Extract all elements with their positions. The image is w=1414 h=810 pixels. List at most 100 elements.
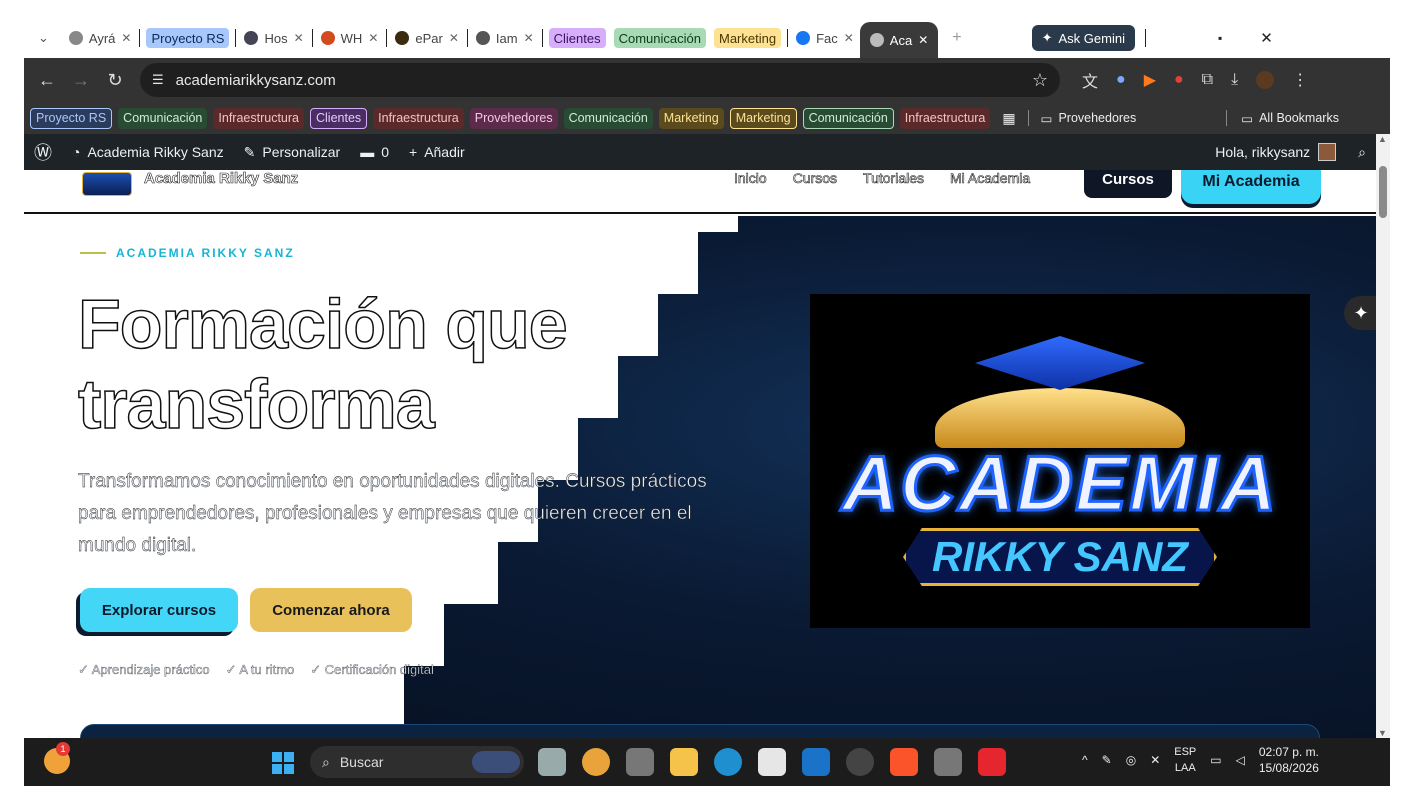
nav-tutoriales[interactable]: Tutoriales <box>863 170 925 186</box>
extension-play-icon[interactable]: ▶ <box>1144 70 1156 90</box>
comenzar-ahora-button[interactable]: Comenzar ahora <box>250 588 412 632</box>
reload-icon[interactable]: ↻ <box>98 70 132 91</box>
taskbar-clock[interactable]: 02:07 p. m. 15/08/2026 <box>1259 744 1319 776</box>
network-icon[interactable]: ▭ <box>1210 753 1221 767</box>
tray-app-icon[interactable]: ✎ <box>1102 753 1112 767</box>
brave-icon[interactable] <box>890 748 918 776</box>
wp-comments-link[interactable]: ▬ 0 <box>350 144 399 160</box>
close-icon[interactable]: ✕ <box>449 31 459 45</box>
sparkle-assistant-icon[interactable]: ✦ <box>1344 296 1376 330</box>
store-icon[interactable] <box>758 748 786 776</box>
bookmark-star-icon[interactable]: ☆ <box>1032 70 1048 91</box>
wp-site-link[interactable]: ◔ Academia Rikky Sanz <box>62 144 234 160</box>
ask-gemini-button[interactable]: ✦ Ask Gemini <box>1031 25 1135 51</box>
menu-kebab-icon[interactable]: ⋮ <box>1292 70 1308 90</box>
mi-academia-button[interactable]: Mi Academia <box>1181 170 1321 204</box>
wordpress-logo-icon[interactable]: Ⓦ <box>24 139 62 165</box>
cursos-button[interactable]: Cursos <box>1084 170 1172 198</box>
tab-group-proyecto-rs[interactable]: Proyecto RS <box>146 28 230 48</box>
bookmark-clientes[interactable]: Clientes <box>309 107 368 129</box>
taskbar-search[interactable]: ⌕ Buscar <box>310 746 524 778</box>
bookmark-folder-provehedores[interactable]: ▭ Provehedores <box>1041 111 1137 126</box>
close-icon[interactable]: ✕ <box>918 33 928 47</box>
tray-sync-icon[interactable]: ◎ <box>1126 753 1136 767</box>
scroll-up-icon[interactable]: ▲ <box>1378 134 1387 144</box>
wp-customize-link[interactable]: ✎ Personalizar <box>234 144 351 161</box>
app-blank-icon[interactable] <box>626 748 654 776</box>
site-info-icon[interactable]: ☰ <box>152 72 164 88</box>
bookmark-comunicacion-3[interactable]: Comunicación <box>802 107 894 129</box>
tab-6[interactable]: Fac ✕ <box>790 23 860 53</box>
notifications-off-icon[interactable]: ✕ <box>1150 753 1160 767</box>
nav-cursos[interactable]: Cursos <box>792 170 837 186</box>
browser-window: ⌄ Ayrá ✕ Proyecto RS Hos ✕ WH ✕ ePar ✕ Iam ✕ … <box>24 18 1390 786</box>
bookmark-marketing-2[interactable]: Marketing <box>729 107 797 129</box>
translate-icon[interactable]: 文 <box>1082 68 1098 92</box>
all-bookmarks-button[interactable]: ▭ All Bookmarks <box>1241 111 1339 126</box>
apps-grid-icon[interactable]: ▦ <box>1002 110 1015 127</box>
bookmark-marketing[interactable]: Marketing <box>658 107 724 129</box>
page-scrollbar[interactable]: ▲ ▼ <box>1376 134 1390 738</box>
tab-group-marketing[interactable]: Marketing <box>713 28 782 48</box>
tab-group-clientes[interactable]: Clientes <box>548 28 606 48</box>
bookmark-infraestructura-2[interactable]: Infraestructura <box>373 107 464 129</box>
extension-globe-icon[interactable]: ● <box>1116 71 1126 89</box>
tray-chevron-icon[interactable]: ^ <box>1082 753 1088 767</box>
scroll-down-icon[interactable]: ▼ <box>1378 728 1387 738</box>
app-circle-icon[interactable] <box>846 748 874 776</box>
bookmark-comunicacion-2[interactable]: Comunicación <box>563 107 653 129</box>
address-bar[interactable]: ☰ academiarikkysanz.com ☆ <box>140 63 1060 97</box>
bookmark-proyecto-rs[interactable]: Proyecto RS <box>30 107 113 129</box>
bookmark-provehedores[interactable]: Provehedores <box>469 107 558 129</box>
search-icon[interactable]: ⌕ <box>1358 144 1366 161</box>
site-name[interactable]: Academia Rikky Sanz <box>144 170 299 187</box>
wp-user-greeting[interactable]: Hola, rikkysanz <box>1215 144 1310 160</box>
tab-5[interactable]: Iam ✕ <box>470 23 540 53</box>
back-icon[interactable]: ← <box>30 70 64 91</box>
close-icon[interactable]: ✕ <box>524 31 534 45</box>
tab-2[interactable]: Hos ✕ <box>238 23 309 53</box>
nav-inicio[interactable]: Inicio <box>734 170 767 186</box>
close-icon[interactable]: ✕ <box>844 31 854 45</box>
language-indicator[interactable]: ESP LAA <box>1174 744 1196 776</box>
windows-start-icon[interactable] <box>272 752 294 774</box>
new-tab-icon[interactable]: + <box>952 29 961 47</box>
profile-avatar-icon[interactable] <box>1256 71 1275 89</box>
bookmark-infraestructura[interactable]: Infraestructura <box>213 107 304 129</box>
extension-red-icon[interactable]: ● <box>1174 71 1184 89</box>
scrollbar-thumb[interactable] <box>1379 166 1387 218</box>
tab-4[interactable]: ePar ✕ <box>389 23 465 53</box>
tab-1[interactable]: Ayrá ✕ <box>63 23 138 53</box>
close-window-icon[interactable]: ✕ <box>1260 29 1273 47</box>
tab-group-comunicacion[interactable]: Comunicación <box>613 28 706 48</box>
outlook-icon[interactable] <box>802 748 830 776</box>
facebook-icon <box>796 31 811 45</box>
chrome-icon[interactable] <box>582 748 610 776</box>
file-explorer-icon[interactable] <box>670 748 698 776</box>
explorar-cursos-button[interactable]: Explorar cursos <box>80 588 238 632</box>
site-logo[interactable] <box>82 172 132 196</box>
close-icon[interactable]: ✕ <box>121 31 131 45</box>
app-blank-2-icon[interactable] <box>934 748 962 776</box>
user-avatar[interactable] <box>1318 143 1337 161</box>
bookmarks-bar: Proyecto RS Comunicación Infraestructura… <box>24 102 1390 134</box>
bookmark-infraestructura-3[interactable]: Infraestructura <box>899 107 991 129</box>
minimize-icon[interactable]: ▪ <box>1218 31 1222 45</box>
bookmark-comunicacion[interactable]: Comunicación <box>118 107 208 129</box>
volume-icon[interactable]: ◁ <box>1236 753 1245 767</box>
tab-search-chevron-icon[interactable]: ⌄ <box>38 30 49 46</box>
tab-3[interactable]: WH ✕ <box>315 23 385 53</box>
download-icon[interactable]: ⤓ <box>1231 71 1238 89</box>
forward-icon[interactable]: → <box>64 70 98 91</box>
edge-icon[interactable] <box>714 748 742 776</box>
tab-active[interactable]: Aca ✕ <box>859 22 939 58</box>
close-icon[interactable]: ✕ <box>368 31 378 45</box>
url-text[interactable]: academiarikkysanz.com <box>176 72 336 89</box>
wp-add-new-link[interactable]: + Añadir <box>399 144 475 160</box>
close-icon[interactable]: ✕ <box>294 31 304 45</box>
wps-office-icon[interactable] <box>978 748 1006 776</box>
task-view-icon[interactable] <box>538 748 566 776</box>
extensions-puzzle-icon[interactable]: ⧉ <box>1202 71 1213 89</box>
hero-eyebrow: ACADEMIA RIKKY SANZ <box>80 246 295 260</box>
nav-mi-academia[interactable]: Mi Academia <box>950 170 1031 186</box>
